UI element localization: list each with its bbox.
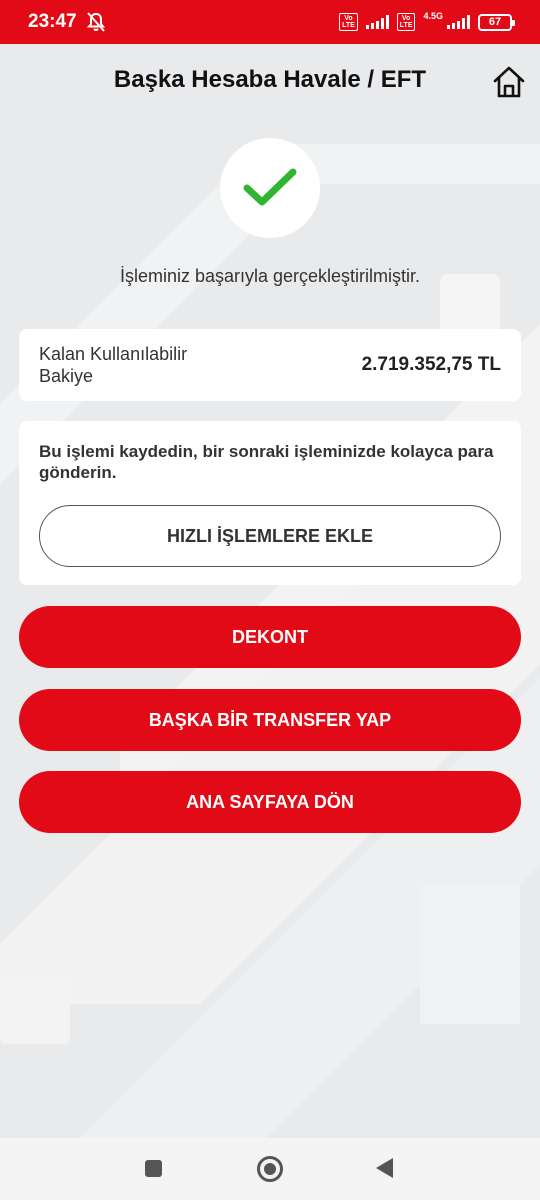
- clock: 23:47: [28, 11, 77, 32]
- signal-icon-2: [447, 15, 470, 29]
- success-message: İşleminiz başarıyla gerçekleştirilmiştir…: [119, 266, 421, 286]
- network-type: 4.5G: [423, 11, 443, 21]
- recent-apps-icon[interactable]: [145, 1160, 162, 1177]
- checkmark-icon: [243, 168, 297, 206]
- home-icon: [493, 66, 525, 98]
- home-nav-icon[interactable]: [257, 1156, 283, 1182]
- save-transaction-card: Bu işlemi kaydedin, bir sonraki işlemini…: [19, 421, 521, 585]
- balance-value: 2.719.352,75 TL: [361, 354, 501, 375]
- signal-icon: [365, 15, 389, 29]
- status-bar: 23:47 Vo LTE Vo LTE 4.5G 67: [0, 0, 540, 44]
- home-button[interactable]: [492, 64, 526, 100]
- status-right: Vo LTE Vo LTE 4.5G 67: [339, 11, 515, 31]
- new-transfer-button[interactable]: BAŞKA BİR TRANSFER YAP: [19, 689, 521, 751]
- save-description: Bu işlemi kaydedin, bir sonraki işlemini…: [39, 442, 494, 482]
- battery-icon: 67: [478, 13, 515, 31]
- add-to-quick-transactions-button[interactable]: HIZLI İŞLEMLERE EKLE: [39, 505, 501, 567]
- bell-muted-icon: [86, 12, 105, 32]
- balance-label: Kalan Kullanılabilir Bakiye: [39, 344, 188, 386]
- battery-level: 67: [488, 16, 502, 28]
- back-to-home-button[interactable]: ANA SAYFAYA DÖN: [19, 771, 521, 833]
- back-nav-icon[interactable]: [376, 1158, 393, 1178]
- receipt-button[interactable]: DEKONT: [19, 606, 521, 668]
- page-title: Başka Hesaba Havale / EFT: [113, 66, 427, 93]
- header: Başka Hesaba Havale / EFT: [0, 44, 540, 124]
- status-left: 23:47: [28, 11, 105, 33]
- volte-icon-2: Vo LTE: [396, 13, 416, 31]
- volte-icon: Vo LTE: [339, 13, 358, 31]
- balance-card: Kalan Kullanılabilir Bakiye 2.719.352,75…: [19, 329, 521, 401]
- success-indicator: [220, 138, 320, 238]
- system-nav-bar: [0, 1138, 540, 1200]
